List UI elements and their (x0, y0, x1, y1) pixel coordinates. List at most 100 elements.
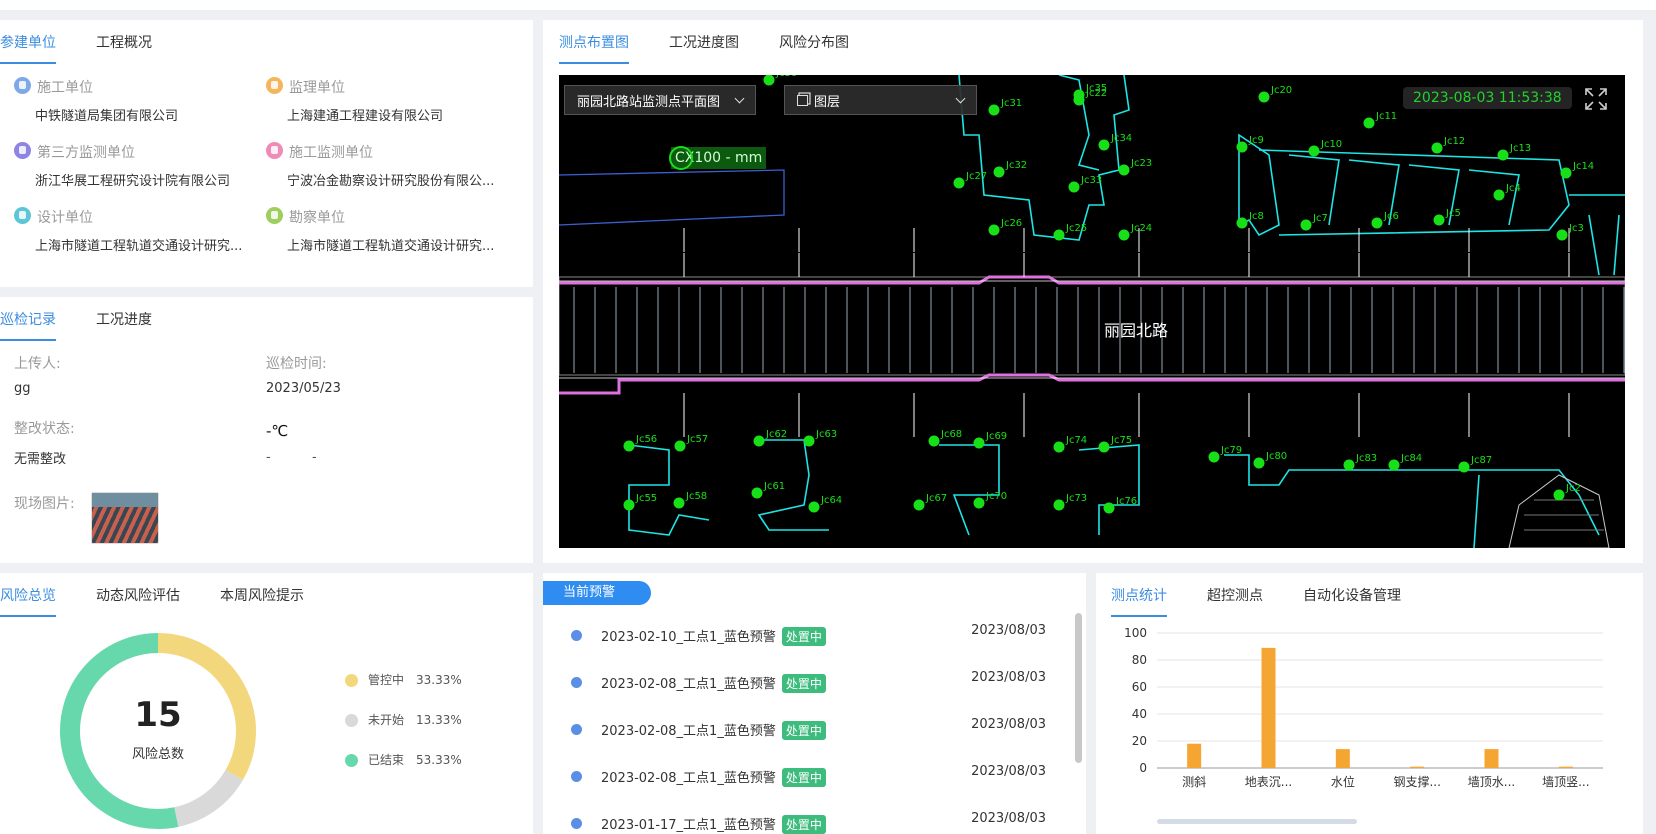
monitoring-point-marker[interactable] (1556, 229, 1568, 241)
unit-label: 勘察单位 (289, 210, 345, 226)
site-photo-thumbnail[interactable] (91, 492, 159, 544)
cad-map-canvas[interactable]: Jc36Jc31Jc22Jc35Jc20Jc11Jc32Jc27Jc33Jc23… (559, 75, 1625, 548)
monitoring-point-marker[interactable] (1497, 149, 1509, 161)
monitoring-point-marker[interactable] (1053, 499, 1065, 511)
monitoring-point-marker[interactable] (803, 435, 815, 447)
warning-item[interactable]: 2023-02-08_工点1_蓝色预警 处置中 2023/08/03 (543, 756, 1056, 803)
monitoring-point-marker[interactable] (674, 440, 686, 452)
monitoring-point-marker[interactable] (1493, 189, 1505, 201)
monitoring-point-marker[interactable] (1068, 181, 1080, 193)
fullscreen-icon[interactable] (1584, 87, 1608, 111)
legend-dot-icon (345, 674, 358, 687)
monitoring-point-marker[interactable] (1118, 229, 1130, 241)
monitoring-point-label: Jc70 (985, 491, 1007, 502)
x-tick-label: 水位 (1331, 774, 1355, 789)
layer-select-dropdown[interactable]: 图层 (784, 85, 977, 115)
monitoring-point-marker[interactable] (1236, 217, 1248, 229)
chart-horizontal-scrollbar[interactable] (1157, 819, 1357, 824)
monitoring-point-label: Jc87 (1470, 455, 1492, 466)
tab-measurement-layout[interactable]: 测点布置图 (559, 20, 629, 64)
tab-point-statistics[interactable]: 测点统计 (1111, 573, 1167, 617)
monitoring-point-marker[interactable] (1431, 142, 1443, 154)
risk-legend-item[interactable]: 已结束 53.33% (345, 751, 462, 768)
monitoring-point-label: Jc14 (1572, 161, 1594, 172)
risk-legend-item[interactable]: 管控中 33.33% (345, 671, 462, 688)
patrol-time-value: 2023/05/23 (266, 381, 341, 396)
monitoring-point-marker[interactable] (751, 487, 763, 499)
monitoring-point-marker[interactable] (1098, 139, 1110, 151)
monitoring-point-marker[interactable] (953, 177, 965, 189)
tab-weekly-risk-tips[interactable]: 本周风险提示 (220, 573, 304, 615)
monitoring-point-marker[interactable] (763, 75, 775, 86)
monitoring-point-marker[interactable] (1458, 461, 1470, 473)
monitoring-point-marker[interactable] (1371, 217, 1383, 229)
monitoring-point-marker[interactable] (1098, 441, 1110, 453)
patrol-tabs: 巡检记录 工况进度 (0, 297, 533, 341)
warning-text-wrap: 2023-02-08_工点1_蓝色预警 处置中 (601, 720, 826, 740)
warning-title: 2023-01-17_工点1_蓝色预警 (601, 818, 776, 833)
monitoring-point-marker[interactable] (913, 499, 925, 511)
unit-value: 上海市隧道工程轨道交通设计研究... (35, 239, 243, 254)
y-tick-label: 40 (1132, 707, 1147, 721)
monitoring-point-marker[interactable] (1433, 214, 1445, 226)
bar-0[interactable] (1187, 743, 1202, 768)
bar-4[interactable] (1484, 749, 1499, 768)
monitoring-point-marker[interactable] (1553, 489, 1565, 501)
monitoring-point-marker[interactable] (993, 166, 1005, 178)
risk-legend-item[interactable]: 未开始 13.33% (345, 711, 462, 728)
monitoring-point-label: Jc73 (1065, 493, 1087, 504)
monitoring-point-marker[interactable] (1560, 167, 1572, 179)
tab-automation-device-management[interactable]: 自动化设备管理 (1303, 573, 1401, 615)
bar-5[interactable] (1558, 766, 1573, 768)
monitoring-point-marker[interactable] (1388, 459, 1400, 471)
monitoring-point-marker[interactable] (623, 499, 635, 511)
monitoring-point-marker[interactable] (988, 104, 1000, 116)
warning-item[interactable]: 2023-02-08_工点1_蓝色预警 处置中 2023/08/03 (543, 709, 1056, 756)
monitoring-point-marker[interactable] (988, 224, 1000, 236)
monitoring-point-marker[interactable] (973, 497, 985, 509)
tab-work-progress-map[interactable]: 工况进度图 (669, 20, 739, 62)
monitoring-point-marker[interactable] (623, 440, 635, 452)
monitoring-point-label: Jc2 (1565, 483, 1581, 494)
monitoring-point-marker[interactable] (973, 437, 985, 449)
monitoring-point-marker[interactable] (1118, 164, 1130, 176)
bar-2[interactable] (1335, 749, 1350, 768)
tab-patrol-record[interactable]: 巡检记录 (0, 297, 56, 341)
plan-select-dropdown[interactable]: 丽园北路站监测点平面图 (564, 85, 756, 115)
bar-3[interactable] (1410, 766, 1425, 768)
monitoring-point-marker[interactable] (1363, 117, 1375, 129)
bar-1[interactable] (1261, 647, 1276, 768)
monitoring-point-marker[interactable] (753, 435, 765, 447)
timeline-dot-icon (571, 677, 582, 688)
monitoring-point-marker[interactable] (1258, 91, 1270, 103)
monitoring-point-marker[interactable] (1253, 457, 1265, 469)
tab-over-limit-points[interactable]: 超控测点 (1207, 573, 1263, 615)
monitoring-point-marker[interactable] (1208, 451, 1220, 463)
monitoring-point-marker[interactable] (1308, 145, 1320, 157)
monitoring-point-marker[interactable] (1300, 219, 1312, 231)
monitoring-point-marker[interactable] (1053, 441, 1065, 453)
monitoring-point-marker[interactable] (808, 501, 820, 513)
warning-item[interactable]: 2023-01-17_工点1_蓝色预警 处置中 2023/08/03 (543, 803, 1056, 834)
tab-risk-overview[interactable]: 风险总览 (0, 573, 56, 617)
plan-select-value: 丽园北路站监测点平面图 (577, 94, 721, 110)
tab-work-progress[interactable]: 工况进度 (96, 297, 152, 339)
tab-project-overview[interactable]: 工程概况 (96, 20, 152, 62)
monitoring-point-marker[interactable] (1053, 229, 1065, 241)
monitoring-point-marker[interactable] (1073, 89, 1085, 101)
warning-list-scrollbar[interactable] (1075, 613, 1082, 763)
monitoring-point-label: Jc84 (1400, 453, 1422, 464)
warning-item[interactable]: 2023-02-08_工点1_蓝色预警 处置中 2023/08/03 (543, 662, 1056, 709)
monitoring-point-marker[interactable] (1343, 459, 1355, 471)
unit-label: 施工监测单位 (289, 145, 373, 161)
monitoring-point-marker[interactable] (928, 435, 940, 447)
donut-slice-1[interactable] (173, 769, 243, 827)
monitoring-point-marker[interactable] (1236, 141, 1248, 153)
monitoring-point-marker[interactable] (1103, 502, 1115, 514)
warning-item[interactable]: 2023-02-10_工点1_蓝色预警 处置中 2023/08/03 (543, 615, 1056, 662)
tab-dynamic-risk-assessment[interactable]: 动态风险评估 (96, 573, 180, 615)
tab-risk-distribution[interactable]: 风险分布图 (779, 20, 849, 62)
monitoring-point-marker[interactable] (673, 497, 685, 509)
tab-participating-units[interactable]: 参建单位 (0, 20, 56, 64)
warning-date: 2023/08/03 (971, 670, 1046, 685)
